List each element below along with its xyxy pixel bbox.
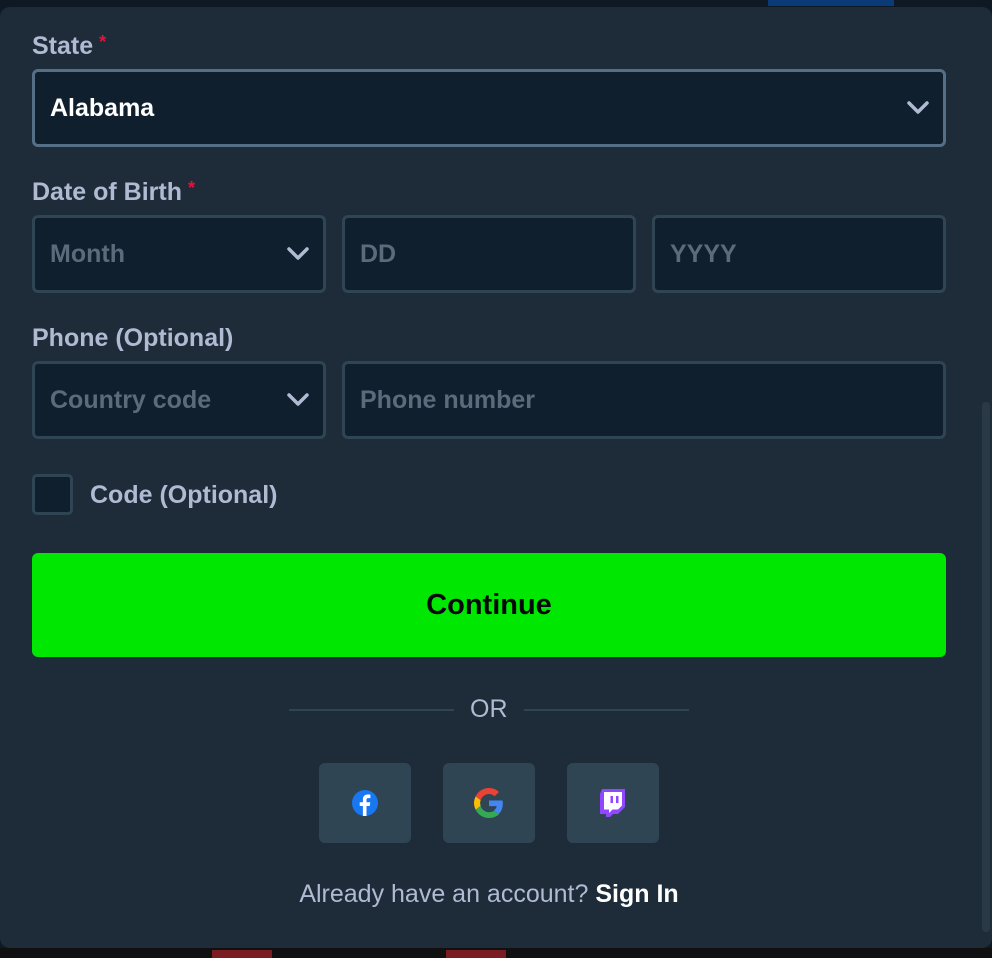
facebook-login-button[interactable] bbox=[319, 763, 411, 843]
scrollbar[interactable] bbox=[982, 402, 990, 932]
or-divider-text: OR bbox=[470, 695, 508, 723]
state-select[interactable]: Alabama bbox=[32, 69, 946, 147]
state-select-value: Alabama bbox=[50, 93, 155, 122]
month-placeholder: Month bbox=[50, 239, 125, 268]
twitch-icon bbox=[600, 789, 625, 817]
day-input[interactable]: DD bbox=[342, 215, 636, 293]
background-bottom bbox=[0, 948, 992, 958]
code-checkbox[interactable] bbox=[32, 474, 73, 515]
background-blob bbox=[446, 950, 506, 958]
required-mark: * bbox=[188, 178, 196, 198]
month-select[interactable]: Month bbox=[32, 215, 326, 293]
chevron-down-icon bbox=[907, 101, 929, 114]
chevron-down-icon bbox=[287, 247, 309, 260]
dob-label-text: Date of Birth bbox=[32, 178, 182, 206]
continue-button[interactable]: Continue bbox=[32, 553, 946, 657]
facebook-icon bbox=[352, 790, 378, 816]
google-login-button[interactable] bbox=[443, 763, 535, 843]
google-icon bbox=[474, 788, 503, 818]
divider-line bbox=[524, 709, 689, 711]
phone-number-input[interactable]: Phone number bbox=[342, 361, 946, 439]
required-mark: * bbox=[99, 32, 107, 52]
dob-label: Date of Birth * bbox=[32, 178, 195, 207]
divider-line bbox=[289, 709, 454, 711]
signin-prompt-text: Already have an account? bbox=[299, 880, 589, 908]
country-code-select[interactable]: Country code bbox=[32, 361, 326, 439]
phone-label-text: Phone (Optional) bbox=[32, 324, 234, 352]
year-input[interactable]: YYYY bbox=[652, 215, 946, 293]
registration-modal: State * Alabama Date of Birth * Month DD Y… bbox=[0, 7, 992, 948]
code-checkbox-label[interactable]: Code (Optional) bbox=[90, 481, 277, 510]
state-label-text: State bbox=[32, 32, 94, 60]
country-code-placeholder: Country code bbox=[50, 385, 212, 414]
chevron-down-icon bbox=[287, 393, 309, 406]
signin-prompt: Already have an account? Sign In bbox=[0, 880, 978, 909]
background-strip bbox=[768, 0, 894, 6]
signin-link[interactable]: Sign In bbox=[595, 880, 678, 908]
background-blob bbox=[212, 950, 272, 958]
phone-number-placeholder: Phone number bbox=[360, 385, 536, 414]
twitch-login-button[interactable] bbox=[567, 763, 659, 843]
state-label: State * bbox=[32, 32, 106, 61]
day-placeholder: DD bbox=[360, 239, 397, 268]
year-placeholder: YYYY bbox=[670, 239, 737, 268]
phone-label: Phone (Optional) bbox=[32, 324, 233, 353]
continue-button-label: Continue bbox=[426, 588, 552, 621]
